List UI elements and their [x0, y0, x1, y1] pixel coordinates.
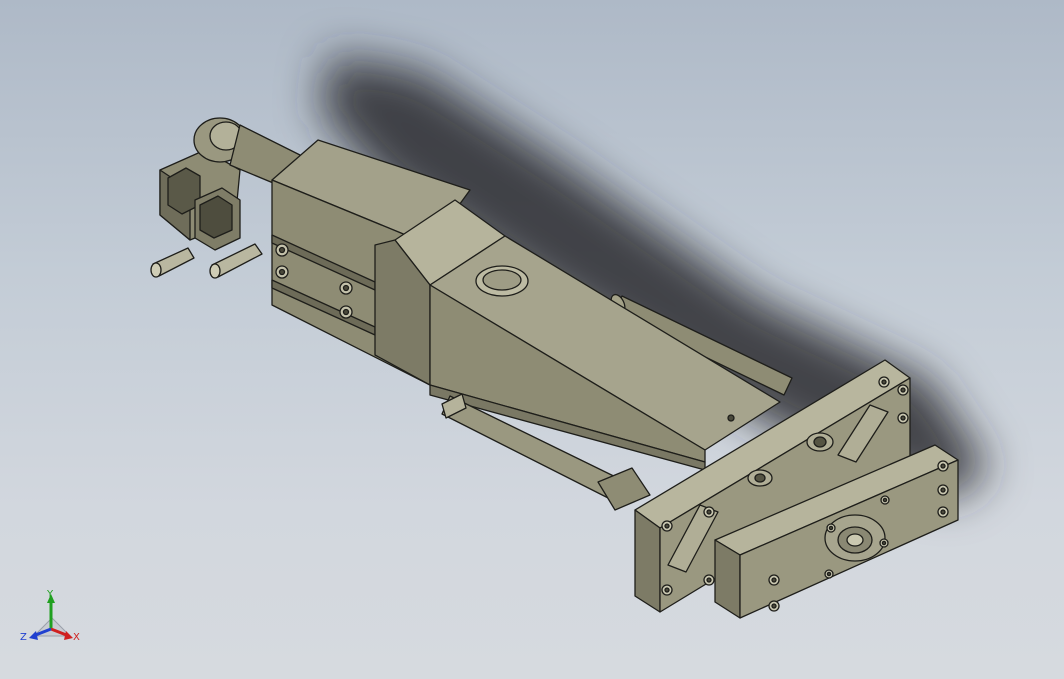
cad-graphics-viewport[interactable]: Y X Z [0, 0, 1064, 679]
orientation-triad[interactable]: Y X Z [20, 589, 80, 643]
cable-pin-left[interactable] [150, 247, 195, 278]
model-canvas[interactable]: Y X Z [0, 0, 1064, 679]
z-axis-head-icon [29, 631, 38, 640]
x-axis-label: X [73, 632, 80, 643]
encoder-connector-block[interactable] [159, 149, 241, 251]
y-axis-label: Y [46, 589, 54, 600]
z-axis-label: Z [20, 632, 27, 643]
